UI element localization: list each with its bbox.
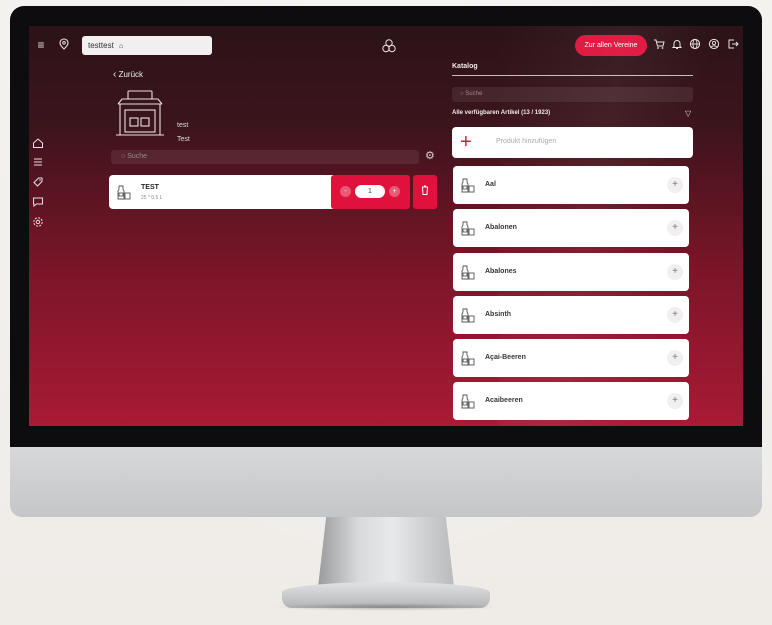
- add-to-order-button[interactable]: +: [667, 177, 683, 193]
- user-icon[interactable]: [707, 38, 721, 53]
- store-name-primary: test: [177, 122, 189, 129]
- store-name-secondary: Test: [177, 136, 190, 143]
- catalog-item[interactable]: Acaibeeren +: [453, 382, 689, 420]
- settings-nav-icon[interactable]: [31, 216, 45, 231]
- order-item-card[interactable]: TEST 25 * 0.5 L - 1 +: [109, 175, 410, 209]
- top-bar: ≡ testtest ⌂ Zur allen Vereine: [29, 26, 743, 64]
- bottle-glass-icon: [461, 350, 475, 366]
- catalog-divider: [452, 75, 693, 76]
- monitor-stand-neck: [318, 517, 454, 587]
- bell-icon[interactable]: [670, 38, 684, 53]
- location-pin-icon[interactable]: [57, 38, 71, 53]
- plus-icon: +: [460, 131, 472, 153]
- app-screen: ≡ testtest ⌂ Zur allen Vereine ‹ Zurück …: [29, 26, 743, 426]
- app-logo-icon: [381, 38, 397, 54]
- catalog-item-name: Abalones: [485, 268, 517, 275]
- quantity-stepper: - 1 +: [331, 175, 410, 209]
- bottle-glass-icon: [461, 307, 475, 323]
- chevron-left-icon: ‹: [113, 69, 117, 80]
- add-to-order-button[interactable]: +: [667, 264, 683, 280]
- catalog-item[interactable]: Abalonen +: [453, 209, 689, 247]
- home-icon: ⌂: [119, 43, 124, 50]
- bottle-glass-icon: [461, 264, 475, 280]
- tag-nav-icon[interactable]: [31, 176, 45, 191]
- location-selector[interactable]: testtest ⌂: [82, 36, 212, 55]
- catalog-item-name: Acaibeeren: [485, 397, 523, 404]
- catalog-item-name: Açai-Beeren: [485, 354, 526, 361]
- add-to-order-button[interactable]: +: [667, 220, 683, 236]
- catalog-item-name: Abalonen: [485, 224, 517, 231]
- add-to-order-button[interactable]: +: [667, 307, 683, 323]
- catalog-item[interactable]: Açai-Beeren +: [453, 339, 689, 377]
- order-search-input[interactable]: ○ Suche: [111, 150, 419, 164]
- monitor-chin: [10, 447, 762, 517]
- back-label: Zurück: [118, 70, 144, 79]
- catalog-item[interactable]: Abalones +: [453, 253, 689, 291]
- catalog-item[interactable]: Absinth +: [453, 296, 689, 334]
- available-items-label: Alle verfügbaren Artikel (13 / 1923): [452, 110, 551, 116]
- catalog-item-name: Aal: [485, 181, 496, 188]
- order-search-placeholder: Suche: [127, 153, 148, 160]
- bottle-glass-icon: [117, 184, 131, 200]
- search-icon: ○: [121, 153, 126, 160]
- quantity-decrease-button[interactable]: -: [340, 186, 351, 197]
- stand-shadow: [270, 603, 502, 611]
- logout-icon[interactable]: [726, 38, 740, 53]
- globe-icon[interactable]: [688, 38, 702, 53]
- add-to-order-button[interactable]: +: [667, 393, 683, 409]
- bottle-glass-icon: [461, 220, 475, 236]
- bottle-glass-icon: [461, 177, 475, 193]
- catalog-title: Katalog: [452, 63, 478, 70]
- add-product-button[interactable]: + Produkt hinzufügen: [452, 127, 693, 158]
- catalog-search-placeholder: Suche: [465, 91, 483, 97]
- list-nav-icon[interactable]: [31, 156, 45, 171]
- quantity-value[interactable]: 1: [355, 185, 385, 198]
- order-item-title: TEST: [141, 184, 159, 191]
- trash-icon: [421, 185, 429, 197]
- order-item-size: 25 * 0.5 L: [141, 195, 163, 201]
- chat-nav-icon[interactable]: [31, 196, 45, 211]
- catalog-search-input[interactable]: ○ Suche: [452, 87, 693, 102]
- delete-item-button[interactable]: [413, 175, 437, 209]
- home-nav-icon[interactable]: [31, 137, 45, 152]
- store-illustration-icon: [114, 88, 166, 140]
- back-link[interactable]: ‹ Zurück: [113, 69, 143, 80]
- bottle-glass-icon: [461, 393, 475, 409]
- add-to-order-button[interactable]: +: [667, 350, 683, 366]
- all-stores-button[interactable]: Zur allen Vereine: [575, 35, 647, 56]
- filter-icon[interactable]: ▽: [685, 109, 691, 118]
- catalog-item-name: Absinth: [485, 311, 512, 318]
- quantity-increase-button[interactable]: +: [389, 186, 400, 197]
- menu-icon[interactable]: ≡: [34, 38, 48, 52]
- cart-icon[interactable]: [652, 38, 666, 53]
- add-product-label: Produkt hinzufügen: [496, 138, 557, 145]
- gear-icon[interactable]: ⚙: [425, 149, 435, 162]
- catalog-item[interactable]: Aal +: [453, 166, 689, 204]
- location-value: testtest: [88, 41, 114, 50]
- search-icon: ○: [460, 91, 464, 97]
